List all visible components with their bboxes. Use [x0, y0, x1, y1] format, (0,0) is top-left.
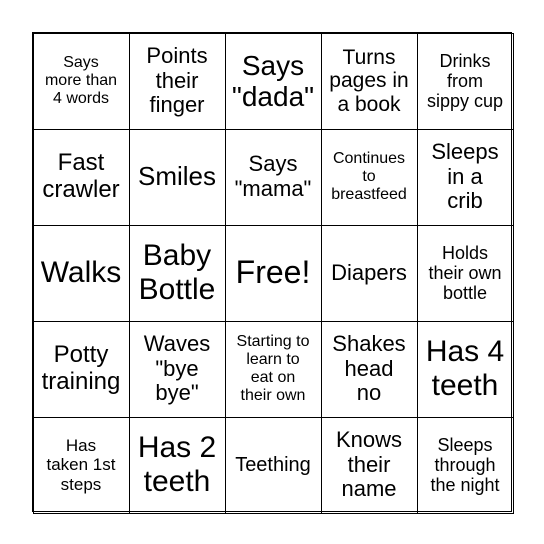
bingo-cell[interactable]: Teething: [224, 416, 322, 514]
bingo-cell[interactable]: Shakes head no: [320, 320, 418, 418]
bingo-cell[interactable]: Has 2 teeth: [128, 416, 226, 514]
bingo-cell[interactable]: Drinks from sippy cup: [416, 32, 514, 130]
bingo-cell[interactable]: Continues to breastfeed: [320, 128, 418, 226]
bingo-cell[interactable]: Points their finger: [128, 32, 226, 130]
bingo-cell[interactable]: Starting to learn to eat on their own: [224, 320, 322, 418]
bingo-cell[interactable]: Says "dada": [224, 32, 322, 130]
bingo-cell[interactable]: Has 4 teeth: [416, 320, 514, 418]
bingo-cell[interactable]: Fast crawler: [32, 128, 130, 226]
bingo-cell[interactable]: Potty training: [32, 320, 130, 418]
bingo-cell[interactable]: Baby Bottle: [128, 224, 226, 322]
bingo-cell[interactable]: Waves "bye bye": [128, 320, 226, 418]
bingo-cell[interactable]: Sleeps through the night: [416, 416, 514, 514]
bingo-card: Says more than 4 words Points their fing…: [32, 32, 514, 514]
free-space[interactable]: Free!: [224, 224, 322, 322]
bingo-cell[interactable]: Sleeps in a crib: [416, 128, 514, 226]
bingo-cell[interactable]: Says more than 4 words: [32, 32, 130, 130]
bingo-cell[interactable]: Knows their name: [320, 416, 418, 514]
bingo-cell[interactable]: Smiles: [128, 128, 226, 226]
bingo-cell[interactable]: Has taken 1st steps: [32, 416, 130, 514]
bingo-cell[interactable]: Says "mama": [224, 128, 322, 226]
bingo-cell[interactable]: Walks: [32, 224, 130, 322]
bingo-cell[interactable]: Turns pages in a book: [320, 32, 418, 130]
bingo-cell[interactable]: Diapers: [320, 224, 418, 322]
bingo-cell[interactable]: Holds their own bottle: [416, 224, 514, 322]
